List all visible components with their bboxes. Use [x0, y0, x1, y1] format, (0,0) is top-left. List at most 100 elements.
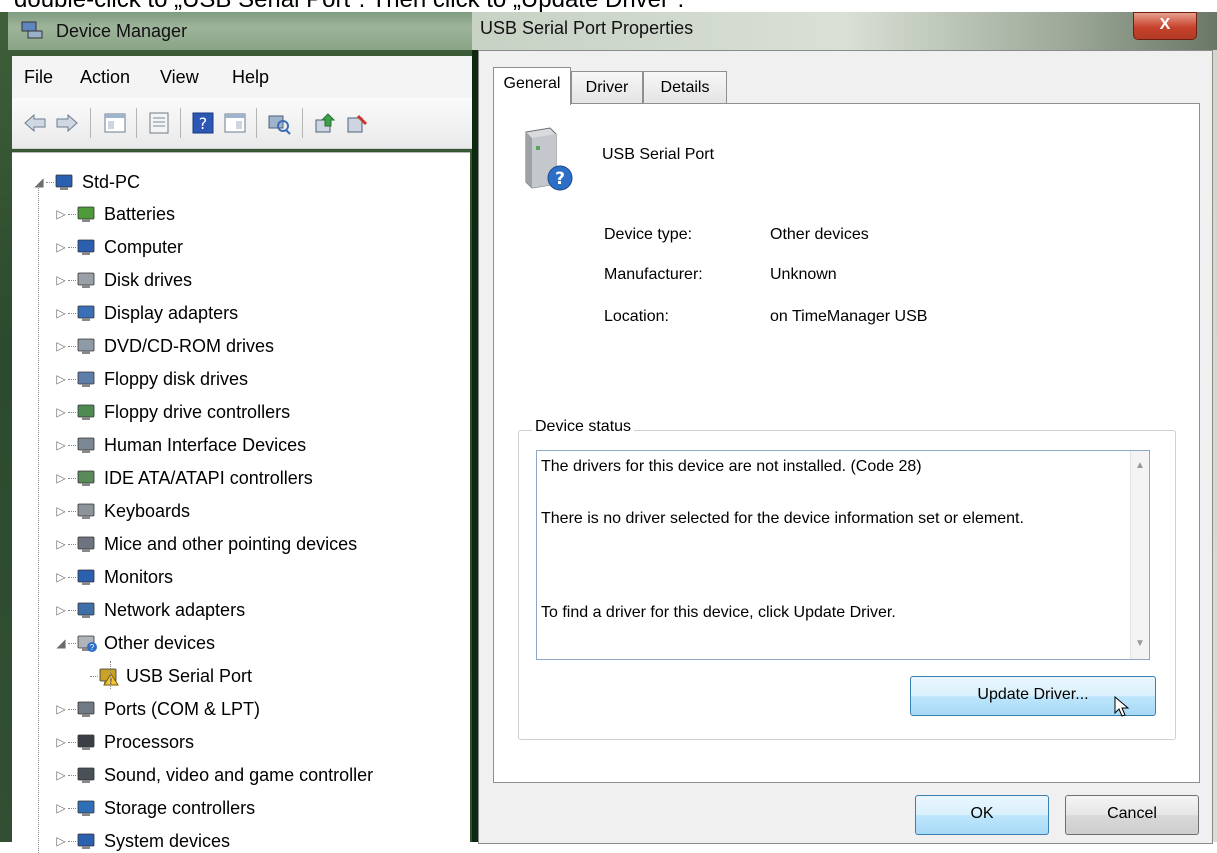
scroll-up-icon[interactable]: ▲: [1131, 457, 1149, 475]
menu-file[interactable]: File: [24, 56, 53, 98]
device-status-group-label: Device status: [532, 418, 635, 436]
tree-item-label: DVD/CD-ROM drives: [104, 336, 275, 356]
device-manager-title-bar[interactable]: Device Manager: [8, 12, 472, 50]
processor-icon: [77, 734, 95, 750]
tree-item-label: Mice and other pointing devices: [104, 534, 358, 554]
help-icon[interactable]: ?: [190, 110, 216, 136]
tree-item-label: Monitors: [104, 567, 174, 587]
expand-arrow-icon[interactable]: ▷: [54, 727, 68, 757]
expand-arrow-icon[interactable]: ▷: [54, 595, 68, 625]
tree-item-dvd-cd-rom-drives[interactable]: ▷ DVD/CD-ROM drives: [12, 331, 470, 361]
device-type-value: Other devices: [770, 226, 869, 243]
manufacturer-label: Manufacturer:: [604, 266, 703, 283]
tab-general[interactable]: General: [493, 67, 571, 105]
expand-arrow-icon[interactable]: ▷: [54, 760, 68, 790]
tree-item-ports-com-lpt[interactable]: ▷ Ports (COM & LPT): [12, 694, 470, 724]
expand-arrow-icon[interactable]: ▷: [54, 694, 68, 724]
tree-root-std-pc[interactable]: ◢ Std-PC: [12, 167, 470, 197]
uninstall-icon[interactable]: [344, 110, 370, 136]
show-hide-console-tree-icon[interactable]: [102, 110, 128, 136]
mouse-icon: [77, 536, 95, 552]
cancel-button[interactable]: Cancel: [1065, 795, 1199, 835]
tree-item-label: Ports (COM & LPT): [104, 699, 261, 719]
tree-item-computer[interactable]: ▷ Computer: [12, 232, 470, 262]
expand-arrow-icon[interactable]: ▷: [54, 463, 68, 493]
properties-icon[interactable]: [146, 110, 172, 136]
scroll-down-icon[interactable]: ▼: [1131, 635, 1149, 653]
tree-item-floppy-drive-controllers[interactable]: ▷ Floppy drive controllers: [12, 397, 470, 427]
expand-arrow-icon[interactable]: ▷: [54, 496, 68, 526]
tree-connector: [68, 313, 76, 314]
tree-item-label: System devices: [104, 831, 231, 851]
tree-item-storage-controllers[interactable]: ▷ Storage controllers: [12, 793, 470, 823]
menu-action[interactable]: Action: [80, 56, 130, 98]
collapse-arrow-icon[interactable]: ◢: [54, 628, 68, 658]
expand-arrow-icon[interactable]: ▷: [54, 265, 68, 295]
status-line: There is no driver selected for the devi…: [541, 510, 1024, 527]
ok-button[interactable]: OK: [915, 795, 1049, 835]
menu-bar: File Action View Help: [12, 56, 472, 99]
tree-item-human-interface-devices[interactable]: ▷ Human Interface Devices: [12, 430, 470, 460]
tab-details[interactable]: Details: [643, 71, 727, 104]
tree-item-sound-video-and-game-controller[interactable]: ▷ Sound, video and game controller: [12, 760, 470, 790]
status-line: The drivers for this device are not inst…: [541, 458, 922, 475]
tab-driver[interactable]: Driver: [571, 71, 643, 104]
expand-arrow-icon[interactable]: ▷: [54, 826, 68, 853]
tree-item-usb-serial-port[interactable]: ! USB Serial Port: [12, 661, 470, 691]
tree-item-disk-drives[interactable]: ▷ Disk drives: [12, 265, 470, 295]
expand-arrow-icon[interactable]: ▷: [54, 331, 68, 361]
tree-item-batteries[interactable]: ▷ Batteries: [12, 199, 470, 229]
tree-connector: [68, 478, 76, 479]
toolbar-separator: [302, 108, 303, 138]
expand-arrow-icon[interactable]: ▷: [54, 562, 68, 592]
dialog-title-bar[interactable]: USB Serial Port Properties X: [472, 12, 1217, 50]
svg-text:?: ?: [90, 643, 95, 652]
tree-connector: [68, 808, 76, 809]
tree-item-network-adapters[interactable]: ▷ Network adapters: [12, 595, 470, 625]
close-button[interactable]: X: [1133, 12, 1197, 40]
mouse-pointer-icon: [1114, 696, 1130, 717]
expand-arrow-icon[interactable]: ▷: [54, 298, 68, 328]
port-icon: [77, 701, 95, 717]
expand-arrow-icon[interactable]: ▷: [54, 793, 68, 823]
back-arrow-icon[interactable]: [22, 110, 48, 136]
expand-arrow-icon[interactable]: ▷: [54, 232, 68, 262]
collapse-arrow-icon[interactable]: ◢: [32, 167, 46, 197]
tree-item-keyboards[interactable]: ▷ Keyboards: [12, 496, 470, 526]
properties-dialog: USB Serial Port Properties X General Dri…: [472, 12, 1217, 844]
device-manager-title: Device Manager: [56, 21, 188, 41]
tree-item-label: USB Serial Port: [126, 666, 253, 686]
tree-item-mice-and-other-pointing-devices[interactable]: ▷ Mice and other pointing devices: [12, 529, 470, 559]
tree-connector: [68, 247, 76, 248]
update-driver-icon[interactable]: [312, 110, 338, 136]
expand-arrow-icon[interactable]: ▷: [54, 397, 68, 427]
tree-item-other-devices[interactable]: ◢? Other devices: [12, 628, 470, 658]
monitor-icon: [77, 569, 95, 585]
menu-help[interactable]: Help: [232, 56, 269, 98]
menu-view[interactable]: View: [160, 56, 199, 98]
expand-arrow-icon[interactable]: ▷: [54, 430, 68, 460]
status-scrollbar[interactable]: ▲ ▼: [1130, 451, 1149, 659]
tree-item-label: Display adapters: [104, 303, 239, 323]
expand-arrow-icon[interactable]: ▷: [54, 199, 68, 229]
tree-item-label: Batteries: [104, 204, 176, 224]
device-manager-icon: [21, 21, 43, 39]
tree-item-ide-ata-atapi-controllers[interactable]: ▷ IDE ATA/ATAPI controllers: [12, 463, 470, 493]
instruction-caption: double-click to „USB Serial Port". Then …: [14, 0, 684, 13]
forward-arrow-icon[interactable]: [54, 110, 80, 136]
tree-item-display-adapters[interactable]: ▷ Display adapters: [12, 298, 470, 328]
expand-arrow-icon[interactable]: ▷: [54, 364, 68, 394]
tree-item-system-devices[interactable]: ▷ System devices: [12, 826, 470, 853]
action-pane-icon[interactable]: [222, 110, 248, 136]
battery-icon: [77, 206, 95, 222]
speaker-icon: [77, 767, 95, 783]
tree-item-processors[interactable]: ▷ Processors: [12, 727, 470, 757]
tree-connector: [68, 346, 76, 347]
device-tree[interactable]: ◢ Std-PC ▷ Batteries ▷ Computer ▷ Disk drives ▷ D…: [12, 152, 470, 853]
tree-item-monitors[interactable]: ▷ Monitors: [12, 562, 470, 592]
scan-hardware-icon[interactable]: [266, 110, 292, 136]
tree-item-floppy-disk-drives[interactable]: ▷ Floppy disk drives: [12, 364, 470, 394]
tree-connector: [68, 643, 76, 644]
expand-arrow-icon[interactable]: ▷: [54, 529, 68, 559]
device-status-textbox[interactable]: The drivers for this device are not inst…: [536, 450, 1150, 660]
